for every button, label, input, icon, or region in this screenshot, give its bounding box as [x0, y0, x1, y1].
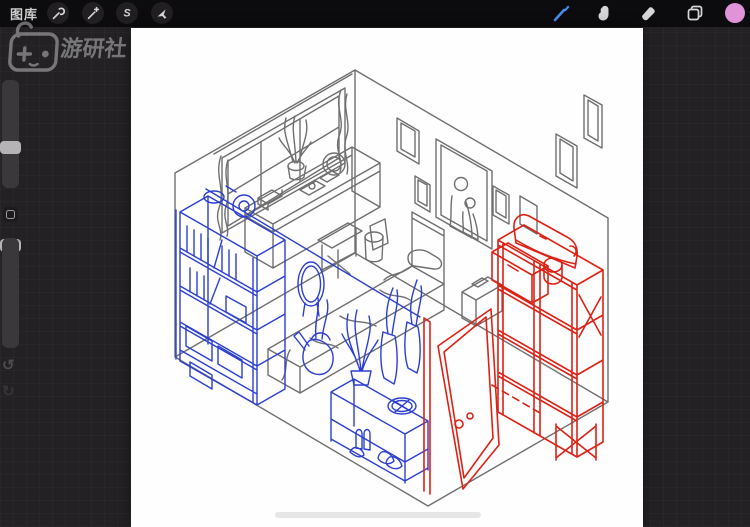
opacity-slider[interactable]	[2, 238, 19, 348]
layers-button[interactable]	[684, 2, 706, 24]
modify-button[interactable]	[3, 207, 18, 222]
eraser-tool-button[interactable]	[637, 2, 659, 24]
dpad-icon	[18, 48, 31, 60]
brush-tool-button[interactable]	[551, 2, 573, 24]
layers-icon	[685, 3, 705, 23]
brush-size-slider[interactable]	[2, 80, 19, 188]
guide-diagonal-line	[206, 189, 420, 317]
isometric-room-artwork	[131, 28, 643, 527]
undo-button[interactable]: ↺	[2, 356, 15, 374]
transform-button[interactable]	[151, 2, 173, 24]
smudge-finger-icon	[595, 3, 615, 23]
watermark-text: 游研社	[59, 36, 128, 61]
controller-mouth	[30, 64, 38, 66]
modify-square-icon	[6, 210, 15, 219]
drawing-canvas[interactable]	[131, 28, 643, 527]
controller-button-icon	[42, 51, 49, 58]
red-furniture-lines	[424, 215, 603, 494]
color-swatch-button[interactable]	[724, 2, 746, 24]
paint-brush-icon	[552, 3, 572, 23]
watermark-logo: 游研社	[8, 16, 132, 86]
move-arrow-icon	[154, 5, 170, 21]
app-window: 图库 S	[0, 0, 750, 527]
brush-size-handle[interactable]	[0, 141, 21, 154]
eraser-icon	[638, 3, 658, 23]
redo-button[interactable]: ↻	[2, 382, 15, 400]
gray-room-lines	[175, 70, 608, 506]
color-circle-icon	[724, 2, 746, 24]
smudge-tool-button[interactable]	[594, 2, 616, 24]
